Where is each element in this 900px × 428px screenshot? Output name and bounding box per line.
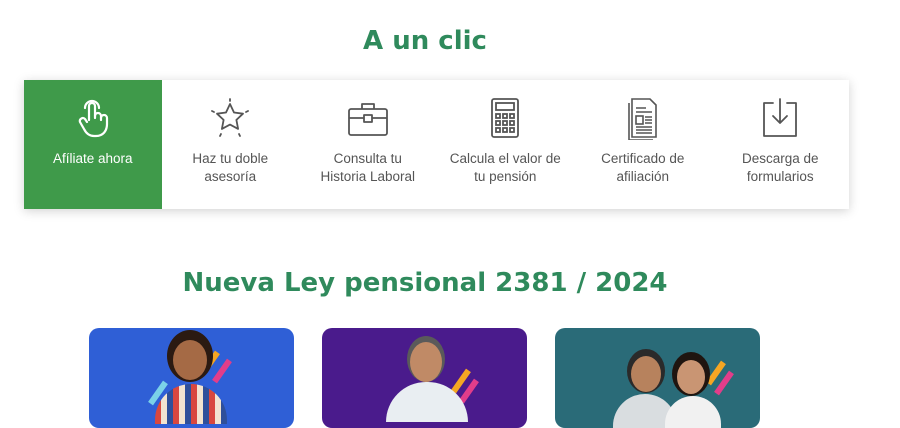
person-photo xyxy=(665,396,721,428)
law-cards xyxy=(0,328,900,428)
hand-pointer-icon xyxy=(78,99,108,138)
person-photo xyxy=(155,384,227,424)
law-card-woman[interactable] xyxy=(89,328,294,428)
decorative-streak xyxy=(212,358,232,384)
person-photo xyxy=(410,342,442,382)
quick-item-label: Certificado de afiliación xyxy=(601,151,685,184)
quick-access-title: A un clic xyxy=(363,26,487,56)
document-icon xyxy=(627,98,657,140)
quick-item-label: Consulta tu Historia Laboral xyxy=(320,151,416,184)
quick-item-descarga-formularios[interactable]: Descarga de formularios xyxy=(712,80,850,209)
download-icon xyxy=(763,98,798,137)
briefcase-icon xyxy=(347,103,388,136)
calculator-icon xyxy=(491,98,520,138)
quick-access-panel: Afíliate ahora Haz tu doble asesoría Con… xyxy=(24,80,849,209)
law-section-title: Nueva Ley pensional 2381 / 2024 xyxy=(182,268,668,298)
quick-item-label: Descarga de formularios xyxy=(741,151,819,184)
quick-item-doble-asesoria[interactable]: Haz tu doble asesoría xyxy=(162,80,300,209)
quick-item-certificado[interactable]: Certificado de afiliación xyxy=(574,80,712,209)
person-photo xyxy=(677,360,705,394)
law-card-couple[interactable] xyxy=(555,328,760,428)
person-photo xyxy=(631,356,661,392)
quick-item-afiliate[interactable]: Afíliate ahora xyxy=(24,80,162,209)
quick-item-label: Afíliate ahora xyxy=(52,151,133,166)
star-icon xyxy=(211,98,250,137)
quick-item-label: Calcula el valor de tu pensión xyxy=(449,151,561,184)
law-card-man[interactable] xyxy=(322,328,527,428)
quick-item-label: Haz tu doble asesoría xyxy=(192,151,269,184)
quick-item-historia-laboral[interactable]: Consulta tu Historia Laboral xyxy=(299,80,437,209)
person-photo xyxy=(173,340,207,380)
quick-item-calcula-pension[interactable]: Calcula el valor de tu pensión xyxy=(437,80,575,209)
